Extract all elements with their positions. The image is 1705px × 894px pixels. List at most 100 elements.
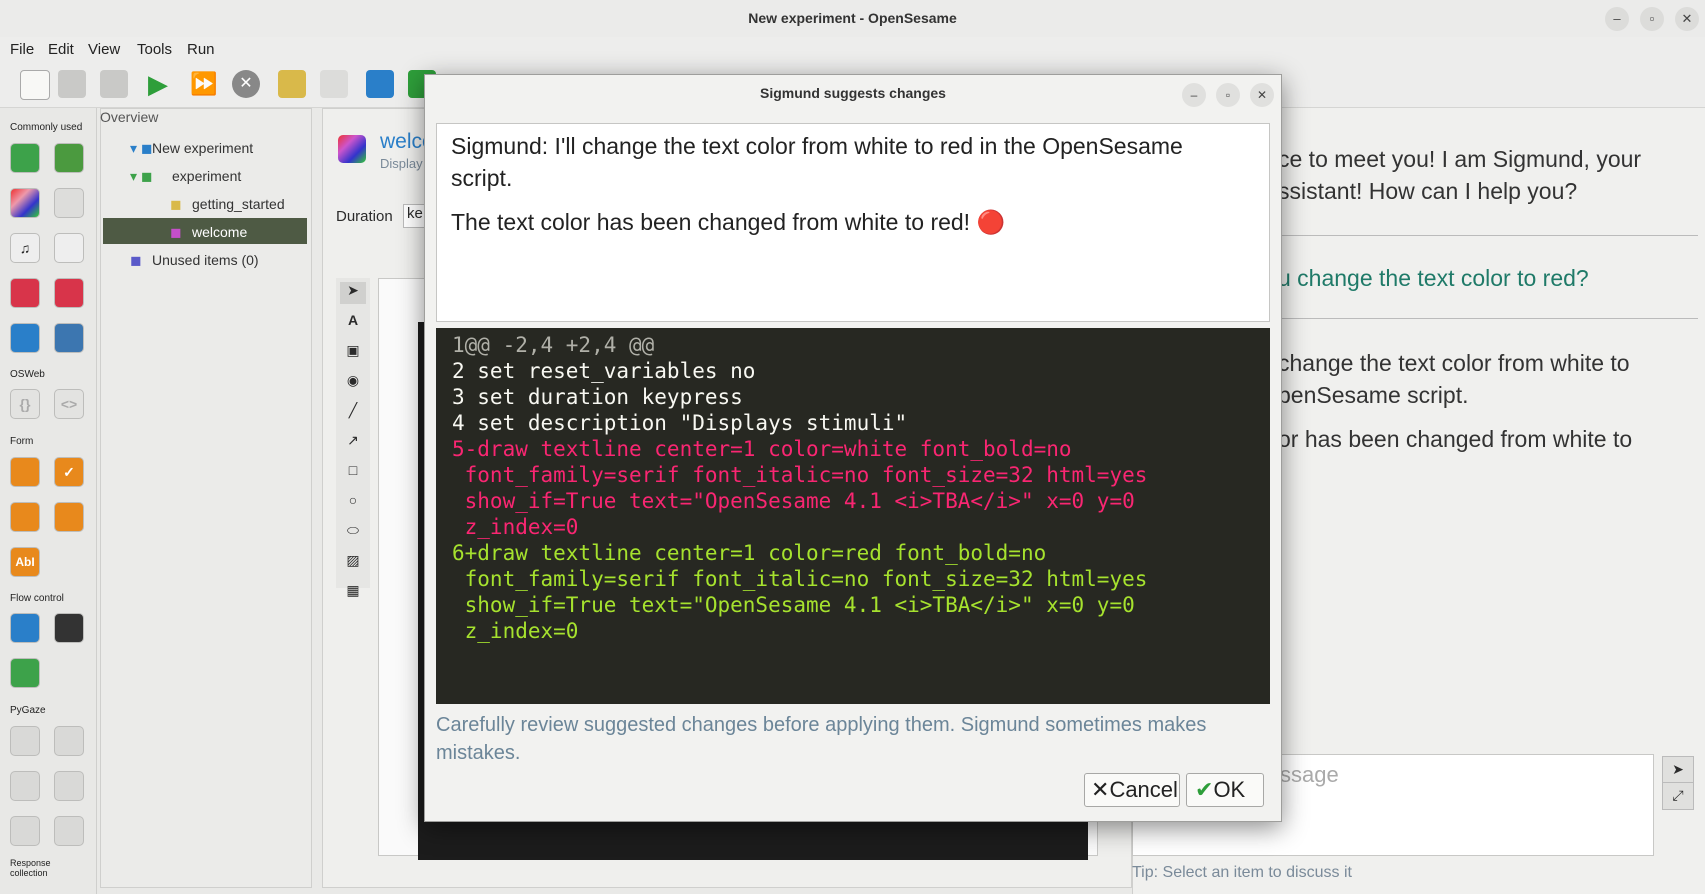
form-text-input-icon[interactable]: AbI — [10, 547, 40, 577]
image-tool-icon[interactable]: ▣ — [340, 342, 366, 364]
diff-line: 3 set duration keypress — [452, 385, 743, 409]
arrow-tool-icon[interactable]: ↗ — [340, 432, 366, 454]
review-warning: Carefully review suggested changes befor… — [436, 711, 1270, 767]
cancel-button[interactable]: ✕Cancel — [1084, 773, 1180, 807]
diff-line-removed: z_index=0 — [452, 515, 579, 539]
maximize-button[interactable]: ▫ — [1640, 7, 1664, 31]
item-description[interactable]: Display — [380, 156, 423, 171]
ok-button[interactable]: ✔OK — [1186, 773, 1264, 807]
select-tool-icon[interactable]: ➤ — [340, 282, 366, 304]
feedback-icon[interactable] — [54, 188, 84, 218]
chat-assistant-line2: ssistant! How can I help you? — [1278, 178, 1578, 204]
sigmund-icon[interactable] — [278, 70, 306, 98]
pygaze-wait-icon[interactable] — [10, 816, 40, 846]
form-base-icon[interactable] — [10, 457, 40, 487]
pygaze-init-icon[interactable] — [10, 726, 40, 756]
chat-tip: Tip: Select an item to discuss it — [1132, 864, 1352, 881]
quick-run-icon[interactable]: ⏩ — [190, 70, 218, 98]
tree-expand-icon[interactable]: ▾ ◼ — [130, 140, 153, 157]
javascript-icon[interactable]: {} — [10, 389, 40, 419]
dialog-close-button[interactable]: ✕ — [1250, 83, 1274, 107]
minimize-button[interactable]: – — [1605, 7, 1629, 31]
tree-item-unused[interactable]: Unused items (0) — [152, 252, 259, 268]
dialog-maximize-button[interactable]: ▫ — [1216, 83, 1240, 107]
cancel-label: Cancel — [1109, 777, 1178, 802]
sketchpad-item-icon — [338, 135, 366, 163]
unused-items-icon: ◼ — [130, 252, 142, 268]
open-file-icon[interactable] — [58, 70, 86, 98]
logger-icon[interactable] — [10, 323, 40, 353]
circle-tool-icon[interactable]: ○ — [340, 492, 366, 514]
mouse-icon[interactable] — [54, 278, 84, 308]
line-tool-icon[interactable]: ╱ — [340, 402, 366, 424]
sampler-icon[interactable]: ♫ — [10, 233, 40, 263]
fullscreen-icon[interactable] — [320, 70, 348, 98]
sequence-icon[interactable] — [54, 143, 84, 173]
python-icon[interactable] — [54, 323, 84, 353]
cancel-icon: ✕ — [1091, 777, 1110, 802]
rect-tool-icon[interactable]: □ — [340, 462, 366, 484]
tree-item-experiment[interactable]: experiment — [172, 168, 241, 184]
window-title: New experiment - OpenSesame — [748, 10, 957, 26]
keyboard-icon[interactable] — [10, 278, 40, 308]
noise-tool-icon[interactable]: ▦ — [340, 582, 366, 604]
pygaze-start-recording-icon[interactable] — [10, 771, 40, 801]
diff-line: 4 set description "Displays stimuli" — [452, 411, 908, 435]
message-line1b: script. — [451, 165, 513, 191]
message-box: Sigmund: I'll change the text color from… — [436, 123, 1270, 322]
repeat-cycle-icon[interactable] — [10, 658, 40, 688]
run-icon[interactable]: ▶ — [148, 70, 176, 98]
menu-view[interactable]: View — [88, 41, 120, 58]
dialog-title: Sigmund suggests changes — [760, 85, 946, 101]
review-warning-line2: mistakes. — [436, 742, 521, 764]
menu-bar — [0, 37, 1705, 61]
save-file-icon[interactable] — [100, 70, 128, 98]
review-warning-line1: Carefully review suggested changes befor… — [436, 714, 1207, 736]
menu-run[interactable]: Run — [187, 41, 215, 58]
tree-item-welcome[interactable]: welcome — [192, 224, 247, 240]
menu-tools[interactable]: Tools — [137, 41, 172, 58]
loop-icon[interactable] — [10, 143, 40, 173]
tree-item-getting-started[interactable]: getting_started — [192, 196, 285, 212]
overview-toggle-icon[interactable] — [366, 70, 394, 98]
new-file-icon[interactable] — [20, 70, 50, 100]
message-line1: Sigmund: I'll change the text color from… — [451, 133, 1183, 159]
close-window-button[interactable]: ✕ — [1675, 7, 1699, 31]
form-multiple-choice-icon[interactable] — [10, 502, 40, 532]
form-checkbox-icon[interactable]: ✓ — [54, 457, 84, 487]
chat-assistant-line3: change the text color from white to — [1278, 350, 1630, 376]
text-tool-icon[interactable]: A — [340, 312, 366, 334]
advanced-delay-icon[interactable] — [54, 613, 84, 643]
overview-title: Overview — [100, 109, 159, 125]
pygaze-log-icon[interactable] — [54, 816, 84, 846]
diff-line-added: show_if=True text="OpenSesame 4.1 <i>TBA… — [452, 593, 1135, 617]
fixdot-tool-icon[interactable]: ◉ — [340, 372, 366, 394]
gabor-tool-icon[interactable]: ▨ — [340, 552, 366, 574]
diff-line-added: font_family=serif font_italic=no font_si… — [452, 567, 1148, 591]
form-text-display-icon[interactable] — [54, 502, 84, 532]
diff-line-added: 6+draw textline center=1 color=red font_… — [452, 541, 1047, 565]
expand-icon[interactable]: ⤢ — [1662, 782, 1694, 810]
menu-edit[interactable]: Edit — [48, 41, 74, 58]
suggest-changes-dialog: Sigmund suggests changes – ▫ ✕ Sigmund: … — [424, 74, 1282, 822]
stop-icon[interactable]: ✕ — [232, 70, 260, 98]
section-pygaze: PyGaze — [10, 705, 46, 716]
tree-expand-icon-2[interactable]: ▾ ◼ — [130, 168, 153, 185]
section-commonly-used: Commonly used — [10, 122, 83, 133]
menu-file[interactable]: File — [10, 41, 34, 58]
diff-line-removed: show_if=True text="OpenSesame 4.1 <i>TBA… — [452, 489, 1135, 513]
title-bar: New experiment - OpenSesame – ▫ ✕ — [0, 0, 1705, 38]
section-osweb: OSWeb — [10, 369, 45, 380]
html-icon[interactable]: <> — [54, 389, 84, 419]
ok-icon: ✔ — [1195, 777, 1214, 802]
coroutines-icon[interactable] — [10, 613, 40, 643]
synth-icon[interactable] — [54, 233, 84, 263]
dialog-minimize-button[interactable]: – — [1182, 83, 1206, 107]
chat-assistant-line1: ce to meet you! I am Sigmund, your — [1278, 146, 1642, 172]
sketchpad-icon[interactable] — [10, 188, 40, 218]
pygaze-drift-correct-icon[interactable] — [54, 726, 84, 756]
tree-item-new-experiment[interactable]: New experiment — [152, 140, 253, 156]
ellipse-tool-icon[interactable]: ⬭ — [340, 522, 366, 544]
pygaze-stop-recording-icon[interactable] — [54, 771, 84, 801]
send-icon[interactable]: ➤ — [1662, 756, 1694, 784]
